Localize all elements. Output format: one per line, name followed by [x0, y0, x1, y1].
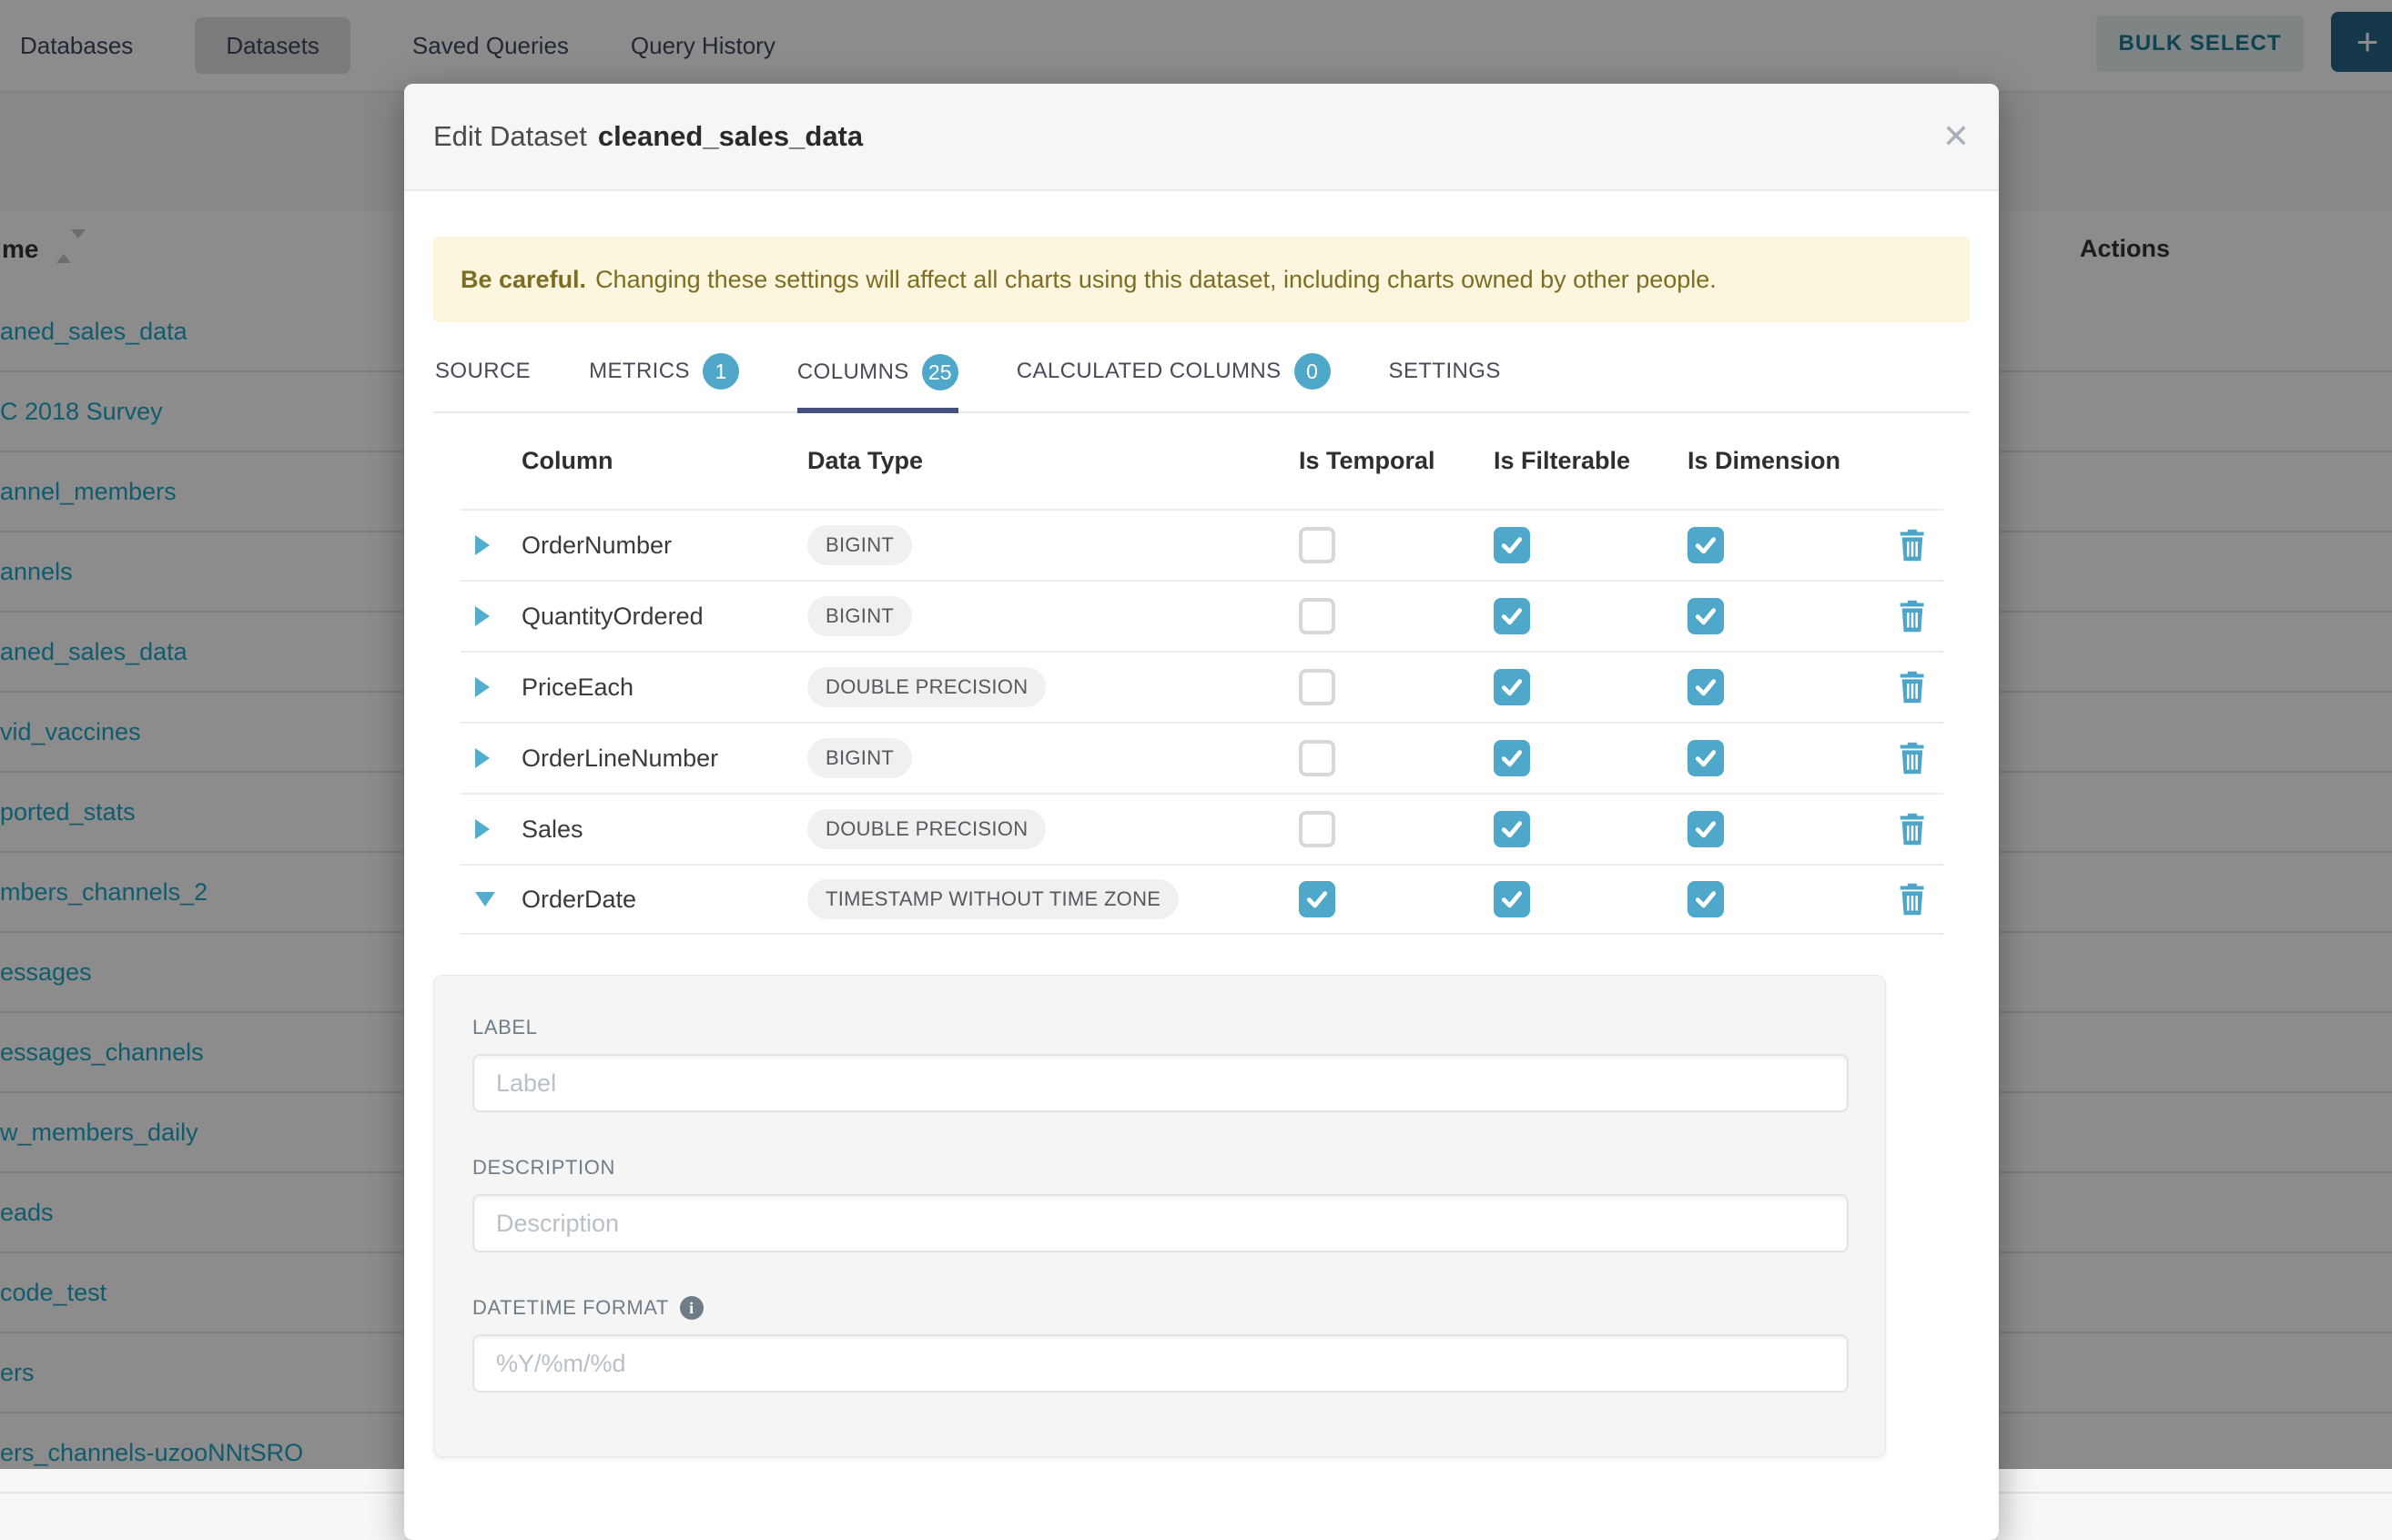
tab-label: CALCULATED COLUMNS: [1017, 359, 1282, 384]
trash-icon: [1898, 883, 1927, 916]
data-type-pill: DOUBLE PRECISION: [807, 667, 1046, 707]
is-temporal-header: Is Temporal: [1299, 447, 1494, 475]
modal-header: Edit Dataset cleaned_sales_data ✕: [404, 84, 1999, 191]
column-name: OrderNumber: [522, 532, 807, 560]
datetime-format-field-label: DATETIME FORMAT: [472, 1296, 669, 1320]
datetime-format-field-group: DATETIME FORMAT i: [472, 1296, 1849, 1393]
is-dimension-header: Is Dimension: [1688, 447, 1880, 475]
tab-label: COLUMNS: [797, 360, 909, 385]
column-name: QuantityOrdered: [522, 603, 807, 631]
tab-calculated-columns[interactable]: CALCULATED COLUMNS 0: [1017, 342, 1331, 411]
is-dimension-checkbox[interactable]: [1688, 598, 1724, 634]
column-header: Column: [522, 447, 807, 475]
column-name: OrderDate: [522, 886, 807, 914]
trash-icon: [1898, 529, 1927, 562]
is-dimension-checkbox[interactable]: [1688, 811, 1724, 847]
label-input[interactable]: [472, 1054, 1849, 1112]
column-row: OrderNumberBIGINT: [461, 509, 1943, 580]
tab-count-badge: 0: [1294, 353, 1331, 390]
is-temporal-checkbox[interactable]: [1299, 598, 1335, 634]
columns-rows: OrderNumberBIGINTQuantityOrderedBIGINTPr…: [461, 509, 1943, 935]
is-filterable-checkbox[interactable]: [1494, 527, 1530, 563]
column-name: PriceEach: [522, 674, 807, 702]
collapse-caret-icon[interactable]: [461, 892, 522, 907]
description-field-group: DESCRIPTION: [472, 1156, 1849, 1252]
tab-count-badge: 1: [703, 353, 739, 390]
tab-metrics[interactable]: METRICS 1: [589, 342, 739, 411]
trash-icon: [1898, 671, 1927, 704]
is-temporal-checkbox[interactable]: [1299, 527, 1335, 563]
data-type-pill: BIGINT: [807, 738, 912, 778]
column-detail-panel: LABEL DESCRIPTION DATETIME FORMAT i: [433, 975, 1886, 1457]
expand-caret-icon[interactable]: [461, 606, 522, 626]
tab-count-badge: 25: [922, 354, 958, 390]
delete-column-button[interactable]: [1898, 813, 1927, 846]
tab-label: METRICS: [589, 359, 690, 384]
warning-banner: Be careful. Changing these settings will…: [433, 237, 1970, 322]
description-input[interactable]: [472, 1194, 1849, 1252]
delete-column-button[interactable]: [1898, 600, 1927, 633]
trash-icon: [1898, 742, 1927, 775]
data-type-pill: BIGINT: [807, 596, 912, 636]
tab-label: SETTINGS: [1389, 359, 1501, 384]
tab-label: SOURCE: [435, 359, 531, 384]
is-filterable-header: Is Filterable: [1494, 447, 1688, 475]
trash-icon: [1898, 813, 1927, 846]
expand-caret-icon[interactable]: [461, 535, 522, 555]
delete-column-button[interactable]: [1898, 742, 1927, 775]
close-icon[interactable]: ✕: [1942, 120, 1970, 153]
info-icon[interactable]: i: [680, 1296, 704, 1320]
modal-tabs: SOURCE METRICS 1 COLUMNS 25 CALCULATED COLUMN…: [433, 342, 1970, 413]
column-row: QuantityOrderedBIGINT: [461, 580, 1943, 651]
modal-title: Edit Dataset cleaned_sales_data: [433, 120, 863, 153]
is-dimension-checkbox[interactable]: [1688, 740, 1724, 776]
data-type-pill: BIGINT: [807, 525, 912, 565]
is-temporal-checkbox[interactable]: [1299, 811, 1335, 847]
column-name: OrderLineNumber: [522, 745, 807, 773]
column-name: Sales: [522, 816, 807, 844]
description-field-label: DESCRIPTION: [472, 1156, 1849, 1180]
label-field-group: LABEL: [472, 1016, 1849, 1112]
is-dimension-checkbox[interactable]: [1688, 881, 1724, 917]
data-type-pill: DOUBLE PRECISION: [807, 809, 1046, 849]
is-dimension-checkbox[interactable]: [1688, 527, 1724, 563]
column-row: PriceEachDOUBLE PRECISION: [461, 651, 1943, 722]
expand-caret-icon[interactable]: [461, 677, 522, 697]
trash-icon: [1898, 600, 1927, 633]
warning-bold: Be careful.: [461, 266, 586, 294]
delete-column-button[interactable]: [1898, 883, 1927, 916]
modal-body: Be careful. Changing these settings will…: [404, 237, 1999, 1457]
tab-source[interactable]: SOURCE: [435, 342, 531, 411]
is-filterable-checkbox[interactable]: [1494, 669, 1530, 705]
modal-title-prefix: Edit Dataset: [433, 120, 587, 152]
is-filterable-checkbox[interactable]: [1494, 740, 1530, 776]
is-temporal-checkbox[interactable]: [1299, 740, 1335, 776]
tab-columns[interactable]: COLUMNS 25: [797, 342, 958, 413]
column-row: OrderDateTIMESTAMP WITHOUT TIME ZONE: [461, 864, 1943, 935]
columns-table: Column Data Type Is Temporal Is Filterab…: [461, 413, 1943, 935]
columns-table-header: Column Data Type Is Temporal Is Filterab…: [461, 413, 1943, 509]
is-filterable-checkbox[interactable]: [1494, 598, 1530, 634]
is-filterable-checkbox[interactable]: [1494, 811, 1530, 847]
delete-column-button[interactable]: [1898, 529, 1927, 562]
expand-caret-icon[interactable]: [461, 748, 522, 768]
is-temporal-checkbox[interactable]: [1299, 669, 1335, 705]
dataset-name: cleaned_sales_data: [598, 120, 863, 152]
delete-column-button[interactable]: [1898, 671, 1927, 704]
is-temporal-checkbox[interactable]: [1299, 881, 1335, 917]
edit-dataset-modal: Edit Dataset cleaned_sales_data ✕ Be care…: [404, 84, 1999, 1540]
column-row: OrderLineNumberBIGINT: [461, 722, 1943, 793]
is-dimension-checkbox[interactable]: [1688, 669, 1724, 705]
label-field-label: LABEL: [472, 1016, 1849, 1039]
data-type-pill: TIMESTAMP WITHOUT TIME ZONE: [807, 879, 1179, 919]
column-row: SalesDOUBLE PRECISION: [461, 793, 1943, 864]
data-type-header: Data Type: [807, 447, 1299, 475]
expand-caret-icon[interactable]: [461, 819, 522, 839]
warning-text: Changing these settings will affect all …: [595, 266, 1717, 294]
tab-settings[interactable]: SETTINGS: [1389, 342, 1501, 411]
datetime-format-input[interactable]: [472, 1334, 1849, 1393]
is-filterable-checkbox[interactable]: [1494, 881, 1530, 917]
